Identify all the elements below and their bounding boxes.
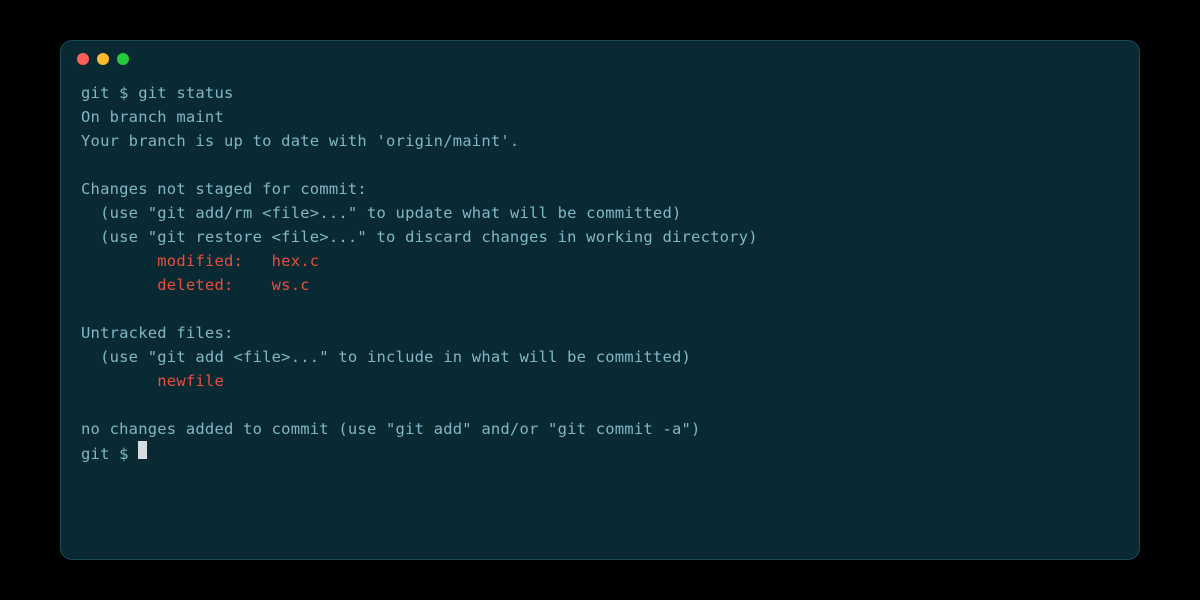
deleted-file-line: deleted: ws.c — [81, 273, 1119, 297]
window-titlebar — [61, 41, 1139, 77]
prompt-prefix: git $ — [81, 442, 138, 466]
minimize-icon[interactable] — [97, 53, 109, 65]
prompt-line: git $ git status — [81, 81, 1119, 105]
hint-untracked: (use "git add <file>..." to include in w… — [81, 345, 1119, 369]
hint-add: (use "git add/rm <file>..." to update wh… — [81, 201, 1119, 225]
maximize-icon[interactable] — [117, 53, 129, 65]
changes-header: Changes not staged for commit: — [81, 177, 1119, 201]
modified-file-line: modified: hex.c — [81, 249, 1119, 273]
blank-line — [81, 153, 1119, 177]
uptodate-line: Your branch is up to date with 'origin/m… — [81, 129, 1119, 153]
untracked-header: Untracked files: — [81, 321, 1119, 345]
terminal-output[interactable]: git $ git status On branch maint Your br… — [61, 77, 1139, 486]
branch-status-line: On branch maint — [81, 105, 1119, 129]
blank-line — [81, 297, 1119, 321]
untracked-file-line: newfile — [81, 369, 1119, 393]
active-prompt-line[interactable]: git $ — [81, 441, 1119, 466]
terminal-window[interactable]: git $ git status On branch maint Your br… — [60, 40, 1140, 560]
entered-command: git status — [138, 84, 233, 102]
cursor-icon — [138, 441, 147, 459]
prompt-prefix: git $ — [81, 84, 138, 102]
hint-restore: (use "git restore <file>..." to discard … — [81, 225, 1119, 249]
blank-line — [81, 393, 1119, 417]
close-icon[interactable] — [77, 53, 89, 65]
summary-line: no changes added to commit (use "git add… — [81, 417, 1119, 441]
